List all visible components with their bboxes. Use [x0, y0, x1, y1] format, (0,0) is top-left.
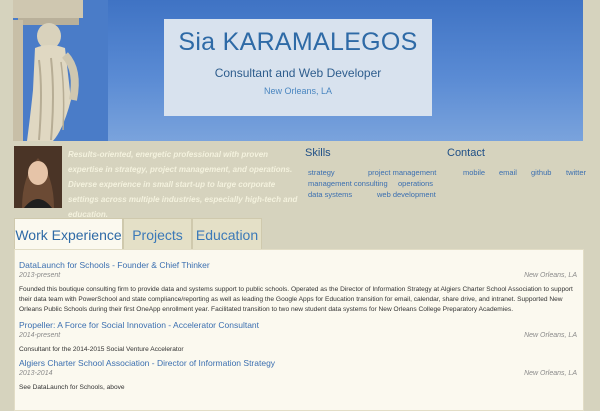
tab-work-experience[interactable]: Work Experience	[14, 218, 123, 250]
job-entry: DataLaunch for Schools - Founder & Chief…	[19, 260, 577, 315]
job-title-link[interactable]: Propeller: A Force for Social Innovation…	[19, 320, 577, 330]
contact-link-mobile[interactable]: mobile	[463, 168, 485, 177]
skill-item[interactable]: web development	[377, 190, 436, 199]
resume-page: Sia KARAMALEGOS Consultant and Web Devel…	[13, 0, 586, 411]
contact-link-email[interactable]: email	[499, 168, 517, 177]
job-entry: Propeller: A Force for Social Innovation…	[19, 320, 577, 355]
skill-item[interactable]: strategy	[308, 168, 335, 177]
job-location: New Orleans, LA	[524, 332, 577, 339]
skill-item[interactable]: data systems	[308, 190, 352, 199]
person-location: New Orleans, LA	[263, 86, 333, 96]
contact-link-github[interactable]: github	[531, 168, 551, 177]
job-entry: Algiers Charter School Association - Dir…	[19, 358, 577, 393]
job-dates: 2013-present	[19, 272, 61, 279]
job-meta: 2014-present New Orleans, LA	[19, 332, 577, 342]
job-description: Consultant for the 2014-2015 Social Vent…	[19, 346, 184, 353]
job-dates: 2013-2014	[19, 370, 53, 377]
job-description: See DataLaunch for Schools, above	[19, 384, 125, 391]
job-meta: 2013-present New Orleans, LA	[19, 272, 577, 282]
tab-projects[interactable]: Projects	[123, 218, 192, 249]
job-title-link[interactable]: Algiers Charter School Association - Dir…	[19, 358, 577, 368]
job-location: New Orleans, LA	[524, 272, 577, 279]
name-card: Sia KARAMALEGOS Consultant and Web Devel…	[164, 19, 432, 116]
contact-section: Contact mobile email github twitter	[447, 147, 586, 177]
skills-section: Skills strategy project management manag…	[305, 147, 436, 199]
skills-heading: Skills	[305, 147, 331, 159]
person-name: Sia KARAMALEGOS	[178, 28, 418, 56]
work-experience-panel: DataLaunch for Schools - Founder & Chief…	[14, 249, 584, 411]
skill-item[interactable]: management consulting	[308, 179, 388, 188]
job-meta: 2013-2014 New Orleans, LA	[19, 370, 577, 380]
job-dates: 2014-present	[19, 332, 61, 339]
contact-heading: Contact	[447, 147, 485, 159]
header-banner: Sia KARAMALEGOS Consultant and Web Devel…	[13, 0, 583, 141]
person-role: Consultant and Web Developer	[214, 66, 382, 80]
contact-link-twitter[interactable]: twitter	[566, 168, 586, 177]
job-title-link[interactable]: DataLaunch for Schools - Founder & Chief…	[19, 260, 577, 270]
job-location: New Orleans, LA	[524, 370, 577, 377]
job-description: Founded this boutique consulting firm to…	[19, 286, 573, 313]
summary-text: Results-oriented, energetic professional…	[68, 150, 298, 219]
caryatid-statue-image	[13, 0, 108, 141]
tab-education[interactable]: Education	[192, 218, 262, 249]
skill-item[interactable]: operations	[398, 179, 433, 188]
skill-item[interactable]: project management	[368, 168, 436, 177]
profile-photo	[14, 146, 62, 208]
